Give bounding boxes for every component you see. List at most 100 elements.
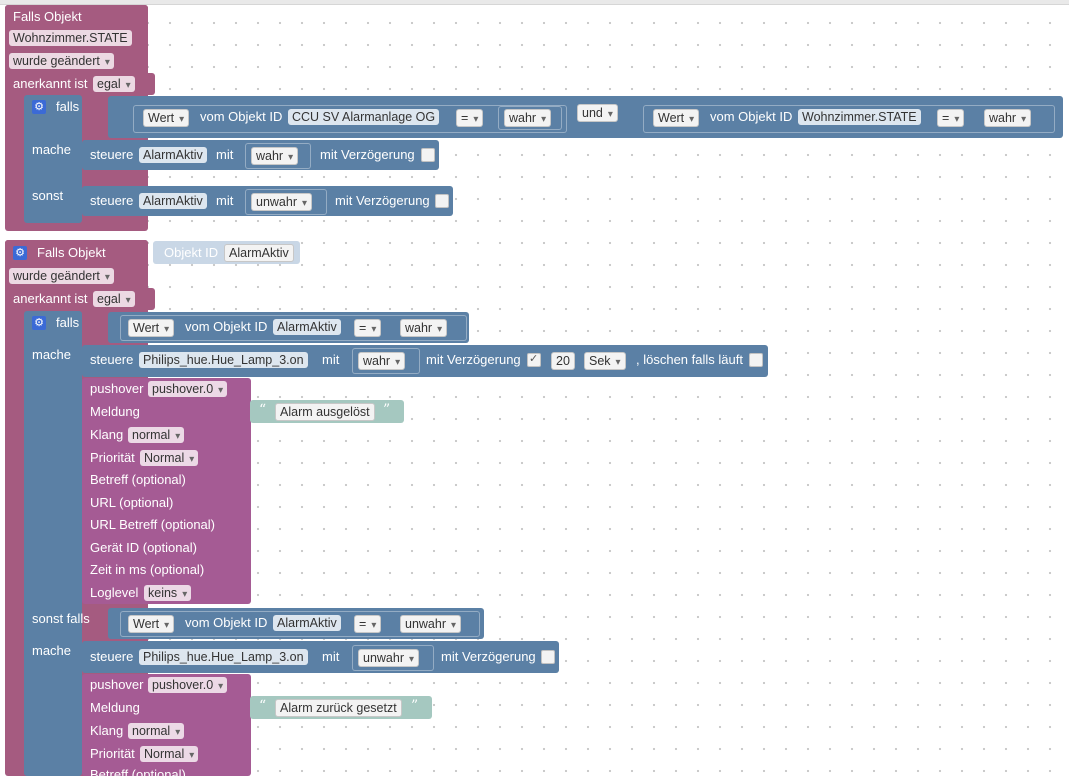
bool-dropdown[interactable]: unwahr xyxy=(251,193,313,211)
pushover-label: pushover xyxy=(90,677,144,692)
pushover-instance-dropdown[interactable]: pushover.0 xyxy=(148,677,228,693)
object-id-label: vom Objekt ID xyxy=(200,109,283,124)
unit-dropdown[interactable]: Sek xyxy=(584,352,626,370)
gear-icon[interactable]: ⚙ xyxy=(32,316,46,330)
ack-dropdown[interactable]: egal xyxy=(93,76,135,92)
control-label: steuere xyxy=(90,649,134,664)
object-id-label: vom Objekt ID xyxy=(185,615,268,630)
pushover-label: pushover xyxy=(90,381,144,396)
if-label: falls xyxy=(56,315,80,330)
ack-label: anerkannt ist xyxy=(13,291,88,306)
url-label: URL (optional) xyxy=(90,495,174,510)
device-id-label: Gerät ID (optional) xyxy=(90,540,197,555)
ack-dropdown[interactable]: egal xyxy=(93,291,135,307)
with-label: mit xyxy=(216,193,234,208)
sound-dropdown[interactable]: normal xyxy=(128,427,185,443)
object-id-field[interactable]: Wohnzimmer.STATE xyxy=(9,30,132,46)
loglevel-dropdown[interactable]: keins xyxy=(144,585,192,601)
clear-if-running-checkbox[interactable] xyxy=(749,353,763,367)
quote-open-icon: “ xyxy=(259,402,267,418)
delay-label: mit Verzögerung xyxy=(320,147,415,162)
sound-label: Klang xyxy=(90,427,124,442)
delay-label: mit Verzögerung xyxy=(441,649,536,664)
control-label: steuere xyxy=(90,193,134,208)
operator-dropdown[interactable]: = xyxy=(354,319,382,337)
delay-value-input[interactable]: 20 xyxy=(551,352,575,370)
message-label: Meldung xyxy=(90,404,140,419)
bool-dropdown[interactable]: wahr xyxy=(251,147,299,165)
delay-checkbox[interactable] xyxy=(435,194,449,208)
object-id-label: vom Objekt ID xyxy=(710,109,793,124)
elseif-label: sonst falls xyxy=(32,611,90,626)
operator-dropdown[interactable]: = xyxy=(937,109,965,127)
with-label: mit xyxy=(216,147,234,162)
trigger-dropdown[interactable]: wurde geändert xyxy=(9,268,114,284)
event-title: Falls Objekt xyxy=(37,245,106,260)
delay-checkbox[interactable] xyxy=(541,650,555,664)
object-id-field[interactable]: AlarmAktiv xyxy=(273,615,341,631)
object-id-label: vom Objekt ID xyxy=(185,319,268,334)
value-dropdown[interactable]: Wert xyxy=(143,109,190,127)
delay-label: mit Verzögerung xyxy=(426,352,521,367)
gear-icon[interactable]: ⚙ xyxy=(13,246,27,260)
if-elseif-block[interactable] xyxy=(24,311,82,776)
loglevel-label: Loglevel xyxy=(90,585,139,600)
message-label: Meldung xyxy=(90,700,140,715)
control-label: steuere xyxy=(90,147,134,162)
quote-open-icon: “ xyxy=(259,698,267,714)
bool-dropdown[interactable]: wahr xyxy=(358,352,406,370)
logic-operator-dropdown[interactable]: und xyxy=(577,104,618,122)
gear-icon[interactable]: ⚙ xyxy=(32,100,46,114)
delay-checkbox[interactable] xyxy=(527,352,541,367)
object-id-field[interactable]: Wohnzimmer.STATE xyxy=(798,109,921,125)
do-label: mache xyxy=(32,643,72,658)
quote-close-icon: ” xyxy=(411,698,419,714)
value-dropdown[interactable]: Wert xyxy=(653,109,700,127)
workspace-top-bar xyxy=(0,0,1069,5)
pushover-instance-dropdown[interactable]: pushover.0 xyxy=(148,381,228,397)
sound-label: Klang xyxy=(90,723,124,738)
value-dropdown[interactable]: Wert xyxy=(128,319,175,337)
quote-close-icon: ” xyxy=(383,402,391,418)
clear-if-running-label: , löschen falls läuft xyxy=(636,352,743,367)
bool-dropdown[interactable]: wahr xyxy=(504,109,552,127)
object-id-field[interactable]: AlarmAktiv xyxy=(139,193,207,209)
message-text-field[interactable]: Alarm ausgelöst xyxy=(275,403,375,421)
object-id-field[interactable]: AlarmAktiv xyxy=(224,244,294,262)
priority-label: Priorität xyxy=(90,746,135,761)
operator-dropdown[interactable]: = xyxy=(456,109,484,127)
value-dropdown[interactable]: Wert xyxy=(128,615,175,633)
priority-dropdown[interactable]: Normal xyxy=(140,746,199,762)
subject-label: Betreff (optional) xyxy=(90,767,186,782)
delay-checkbox[interactable] xyxy=(421,148,435,162)
subject-label: Betreff (optional) xyxy=(90,472,186,487)
operator-dropdown[interactable]: = xyxy=(354,615,382,633)
bool-dropdown[interactable]: wahr xyxy=(984,109,1032,127)
time-ms-label: Zeit in ms (optional) xyxy=(90,562,205,577)
bool-dropdown[interactable]: wahr xyxy=(400,319,448,337)
do-label: mache xyxy=(32,347,72,362)
bool-dropdown[interactable]: unwahr xyxy=(358,649,420,667)
ack-label: anerkannt ist xyxy=(13,76,88,91)
object-id-field[interactable]: Philips_hue.Hue_Lamp_3.on xyxy=(139,649,308,665)
do-label: mache xyxy=(32,142,72,157)
object-id-field[interactable]: AlarmAktiv xyxy=(139,147,207,163)
else-label: sonst xyxy=(32,188,64,203)
priority-label: Priorität xyxy=(90,450,135,465)
priority-dropdown[interactable]: Normal xyxy=(140,450,199,466)
delay-label: mit Verzögerung xyxy=(335,193,430,208)
trigger-dropdown[interactable]: wurde geändert xyxy=(9,53,114,69)
with-label: mit xyxy=(322,649,340,664)
if-label: falls xyxy=(56,99,80,114)
object-id-field[interactable]: AlarmAktiv xyxy=(273,319,341,335)
message-text-field[interactable]: Alarm zurück gesetzt xyxy=(275,699,402,717)
event-title: Falls Objekt xyxy=(13,9,82,24)
url-title-label: URL Betreff (optional) xyxy=(90,517,216,532)
bool-dropdown[interactable]: unwahr xyxy=(400,615,462,633)
object-id-label: Objekt ID xyxy=(164,245,219,260)
sound-dropdown[interactable]: normal xyxy=(128,723,185,739)
object-id-field[interactable]: Philips_hue.Hue_Lamp_3.on xyxy=(139,352,308,368)
control-label: steuere xyxy=(90,352,134,367)
object-id-field[interactable]: CCU SV Alarmanlage OG xyxy=(288,109,440,125)
with-label: mit xyxy=(322,352,340,367)
